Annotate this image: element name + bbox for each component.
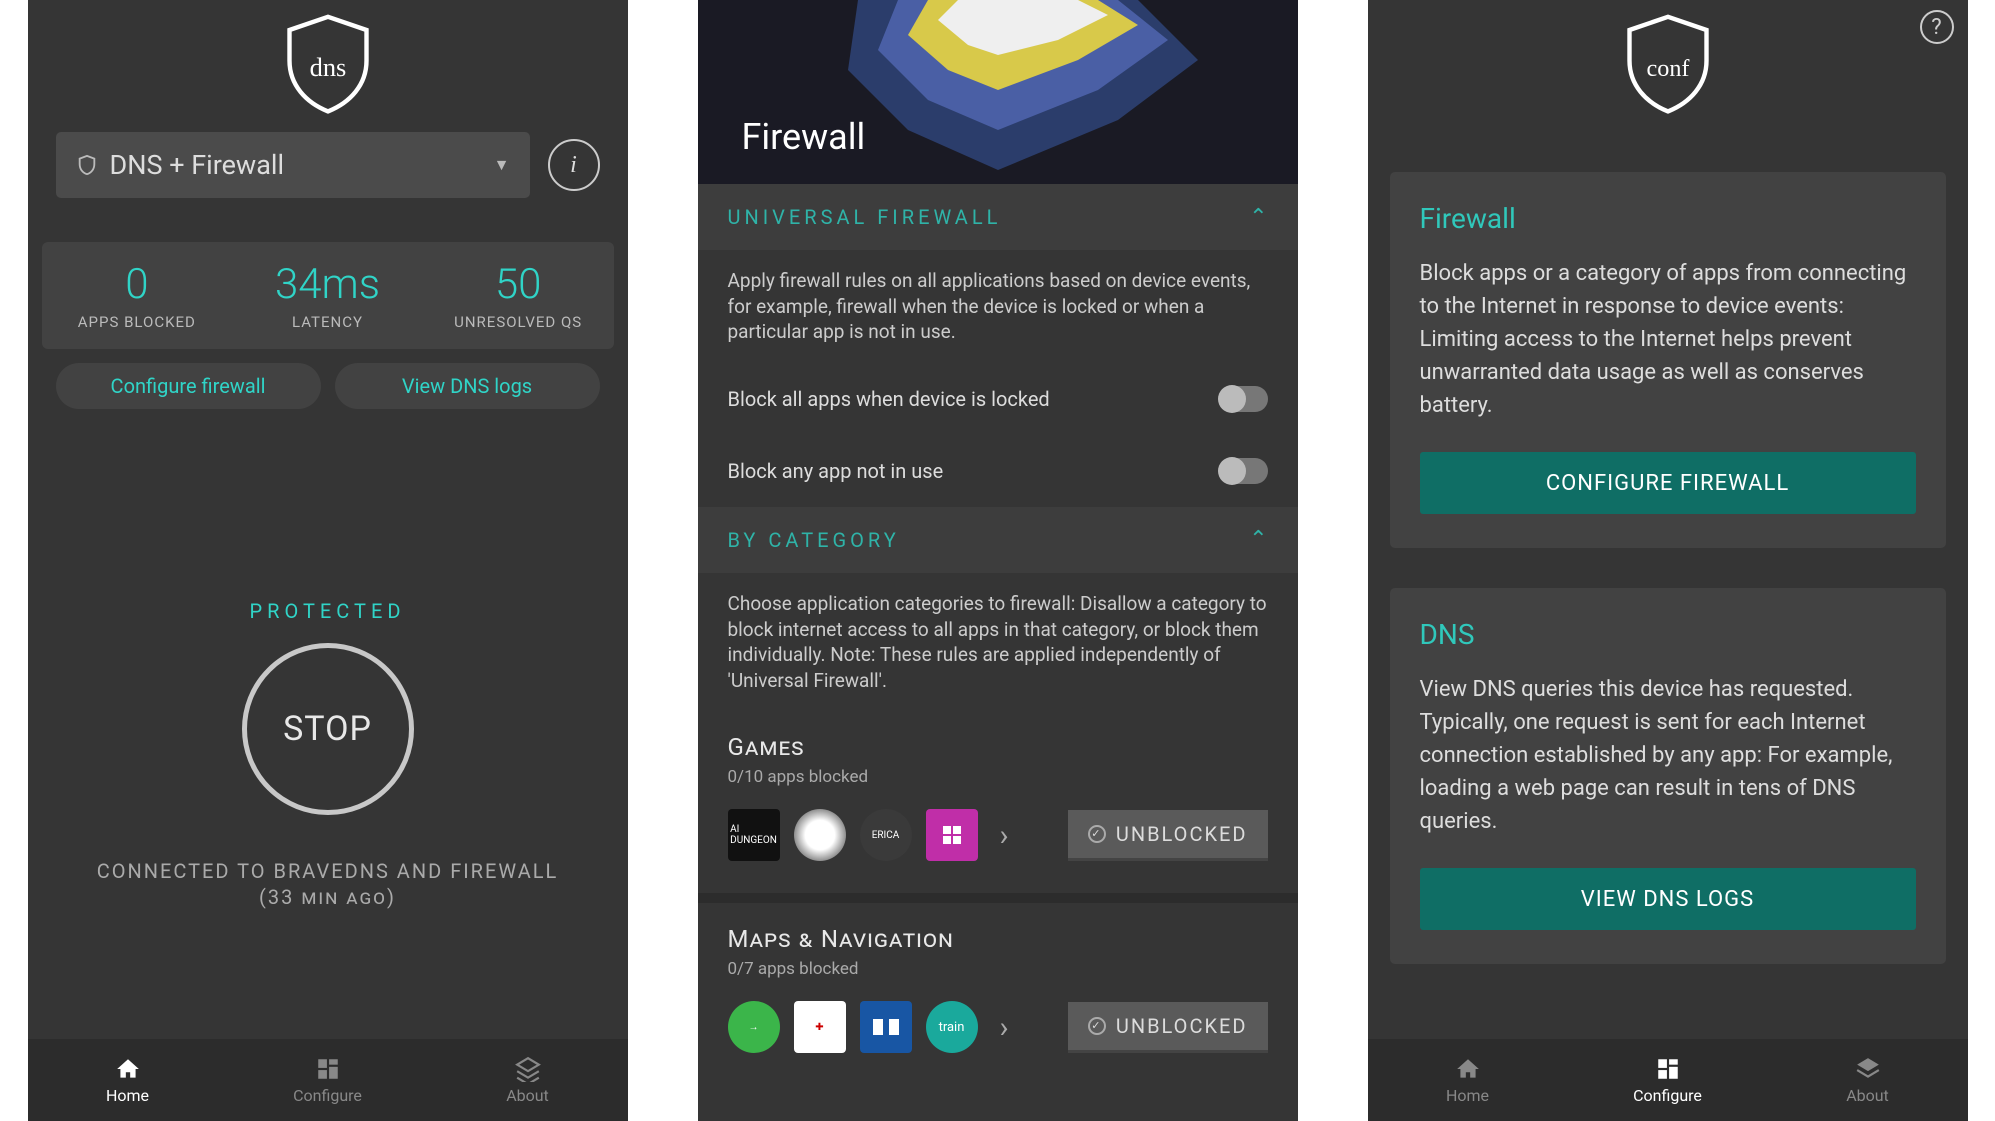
shield-conf-logo-icon: conf (1613, 8, 1723, 118)
help-button[interactable]: ? (1920, 10, 1954, 44)
chevron-right-icon[interactable]: › (1000, 818, 1009, 853)
home-icon (1455, 1056, 1481, 1082)
mode-dropdown[interactable]: DNS + Firewall ▼ (56, 132, 530, 198)
configure-firewall-button[interactable]: Configure firewall (56, 363, 321, 409)
app-icon (926, 809, 978, 861)
stat-blocked: 0 APPS BLOCKED (42, 260, 233, 331)
view-dns-logs-button[interactable]: VIEW DNS LOGS (1420, 868, 1916, 930)
app-icon: ERICA (860, 809, 912, 861)
by-category-header[interactable]: BY CATEGORY ⌃ (698, 507, 1298, 573)
logo-area: conf (1368, 0, 1968, 132)
universal-firewall-desc: Apply firewall rules on all applications… (698, 250, 1298, 363)
bottom-nav: Home Configure About (28, 1039, 628, 1121)
dns-card: DNS View DNS queries this device has req… (1390, 588, 1946, 964)
home-icon (115, 1056, 141, 1082)
status-protected: PROTECTED (28, 599, 628, 623)
unblocked-button-games[interactable]: ✓ UNBLOCKED (1068, 810, 1268, 861)
stat-latency: 34ms LATENCY (232, 260, 423, 331)
app-icons-maps: → ✚ train (728, 1001, 978, 1053)
app-icons-games: AIDUNGEON ERICA (728, 809, 978, 861)
toggle-block-locked-row: Block all apps when device is locked (698, 363, 1298, 435)
nav-configure[interactable]: Configure (1568, 1039, 1768, 1121)
app-icon: → (728, 1001, 780, 1053)
toggle-block-locked[interactable] (1220, 386, 1268, 412)
info-button[interactable]: i (548, 139, 600, 191)
check-circle-icon: ✓ (1088, 825, 1106, 843)
nav-about[interactable]: About (428, 1039, 628, 1121)
chevron-up-icon: ⌃ (1249, 527, 1267, 552)
unblocked-button-maps[interactable]: ✓ UNBLOCKED (1068, 1002, 1268, 1053)
bottom-nav: Home Configure About (1368, 1039, 1968, 1121)
chevron-down-icon: ▼ (494, 155, 510, 175)
dashboard-icon (315, 1056, 341, 1082)
shield-icon (76, 154, 98, 176)
layers-icon (515, 1056, 541, 1082)
layers-icon (1855, 1056, 1881, 1082)
hero-header: Firewall (698, 0, 1298, 184)
nav-about[interactable]: About (1768, 1039, 1968, 1121)
check-circle-icon: ✓ (1088, 1017, 1106, 1035)
configure-screen: ? conf Firewall Block apps or a category… (1368, 0, 1968, 1121)
configure-firewall-button[interactable]: CONFIGURE FIREWALL (1420, 452, 1916, 514)
app-icon: ✚ (794, 1001, 846, 1053)
nav-home[interactable]: Home (1368, 1039, 1568, 1121)
chevron-right-icon[interactable]: › (1000, 1010, 1009, 1045)
page-title: Firewall (742, 116, 866, 158)
svg-text:dns: dns (309, 52, 346, 82)
stat-unresolved: 50 UNRESOLVED QS (423, 260, 614, 331)
mode-row: DNS + Firewall ▼ i (28, 132, 628, 198)
universal-firewall-header[interactable]: UNIVERSAL FIREWALL ⌃ (698, 184, 1298, 250)
toggle-block-unused-row: Block any app not in use (698, 435, 1298, 507)
mode-label: DNS + Firewall (110, 149, 494, 181)
app-icon (860, 1001, 912, 1053)
firewall-screen: Firewall UNIVERSAL FIREWALL ⌃ Apply fire… (698, 0, 1298, 1121)
logo-area: dns (28, 0, 628, 132)
by-category-desc: Choose application categories to firewal… (698, 573, 1298, 712)
category-maps[interactable]: Maps & Navigation 0/7 apps blocked → ✚ t… (698, 903, 1298, 1085)
nav-configure[interactable]: Configure (228, 1039, 428, 1121)
app-icon: train (926, 1001, 978, 1053)
firewall-card: Firewall Block apps or a category of app… (1390, 172, 1946, 548)
stats-card: 0 APPS BLOCKED 34ms LATENCY 50 UNRESOLVE… (42, 242, 614, 349)
shield-dns-logo-icon: dns (273, 8, 383, 118)
home-screen: dns DNS + Firewall ▼ i 0 APPS BLOCKED 34… (28, 0, 628, 1121)
dashboard-icon (1655, 1056, 1681, 1082)
chevron-up-icon: ⌃ (1249, 205, 1267, 230)
app-icon (794, 809, 846, 861)
category-games[interactable]: Games 0/10 apps blocked AIDUNGEON ERICA … (698, 711, 1298, 903)
app-icon: AIDUNGEON (728, 809, 780, 861)
nav-home[interactable]: Home (28, 1039, 228, 1121)
toggle-block-unused[interactable] (1220, 458, 1268, 484)
view-dns-logs-button[interactable]: View DNS logs (335, 363, 600, 409)
svg-text:conf: conf (1646, 55, 1690, 82)
connection-status: CONNECTED TO BRAVEDNS AND FIREWALL (33 m… (28, 859, 628, 909)
stop-button[interactable]: STOP (242, 643, 414, 815)
action-buttons: Configure firewall View DNS logs (56, 363, 600, 409)
